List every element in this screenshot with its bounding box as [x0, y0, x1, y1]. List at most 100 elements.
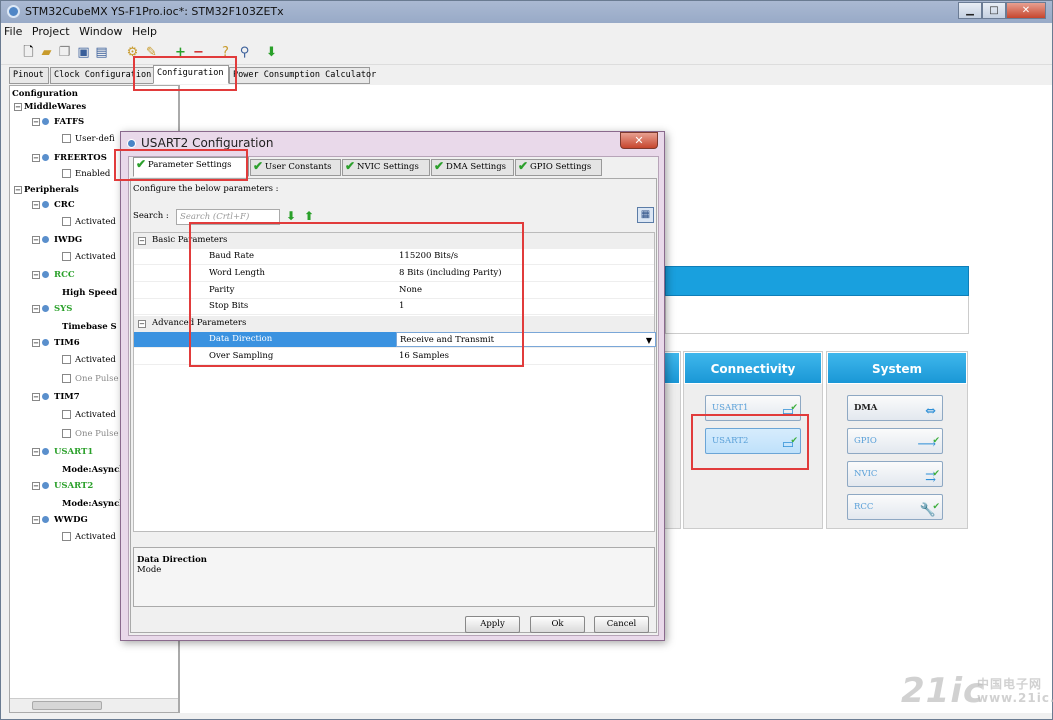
tab-gpio-settings[interactable]: ✔ GPIO Settings	[515, 159, 602, 176]
new-file-icon[interactable]: 🗋	[21, 45, 36, 60]
apply-button[interactable]: Apply	[465, 616, 520, 633]
data-direction-select[interactable]: Receive and Transmit ▼	[396, 332, 656, 347]
tab-user-constants[interactable]: ✔ User Constants	[250, 159, 341, 176]
collapse-icon[interactable]: −	[32, 117, 40, 126]
tree-rcc[interactable]: − RCC	[32, 269, 75, 281]
tree-iwdg[interactable]: − IWDG	[32, 234, 82, 246]
tree-iwdg-option[interactable]: Activated	[62, 251, 116, 263]
table-view-icon[interactable]: ▦	[637, 207, 654, 223]
save-all-icon[interactable]: ▤	[94, 45, 109, 60]
usart2-button[interactable]: USART2 ▭ ✔	[705, 428, 801, 454]
tree-wwdg-option[interactable]: Activated	[62, 531, 116, 543]
param-row[interactable]: Parity None	[134, 283, 654, 299]
collapse-icon[interactable]: −	[14, 102, 22, 111]
tree-usart1[interactable]: − USART1	[32, 446, 93, 458]
tree-sys[interactable]: − SYS	[32, 303, 72, 315]
tree-tim6[interactable]: − TIM6	[32, 337, 80, 349]
menu-project[interactable]: Project	[29, 23, 73, 40]
close-button[interactable]: ✕	[1006, 2, 1046, 19]
collapse-icon[interactable]: −	[32, 392, 40, 401]
checkbox[interactable]	[62, 374, 71, 383]
search-previous-icon[interactable]: ⬆	[304, 209, 314, 223]
checkbox[interactable]	[62, 169, 71, 178]
menu-window[interactable]: Window	[76, 23, 125, 40]
menu-file[interactable]: File	[1, 23, 25, 40]
collapse-icon[interactable]: −	[32, 270, 40, 279]
tab-configuration[interactable]: Configuration	[153, 65, 229, 84]
zoom-in-icon[interactable]: +	[173, 45, 188, 60]
minimize-button[interactable]: ▁	[958, 2, 982, 19]
tree-tim7[interactable]: − TIM7	[32, 391, 80, 403]
tree-wwdg[interactable]: − WWDG	[32, 514, 88, 526]
search-icon[interactable]: ⚲	[237, 45, 252, 60]
group-advanced-parameters[interactable]: − Advanced Parameters	[134, 316, 654, 332]
param-value[interactable]: 8 Bits (including Parity)	[396, 266, 656, 281]
tree-crc[interactable]: − CRC	[32, 199, 75, 211]
dialog-close-button[interactable]: ✕	[620, 132, 658, 149]
param-value[interactable]: 16 Samples	[396, 349, 656, 364]
tree-usart1-option[interactable]: Mode:Asynch	[62, 464, 125, 476]
collapse-icon[interactable]: −	[14, 185, 22, 194]
collapse-icon[interactable]: −	[32, 481, 40, 490]
tree-fatfs[interactable]: − FATFS	[32, 116, 84, 128]
menu-help[interactable]: Help	[129, 23, 160, 40]
tab-power-consumption[interactable]: Power Consumption Calculator	[229, 67, 376, 84]
help-icon[interactable]: ?	[218, 45, 233, 60]
tree-tim7-option[interactable]: Activated	[62, 409, 116, 421]
param-row[interactable]: Over Sampling 16 Samples	[134, 349, 654, 365]
tree-freertos-option[interactable]: Enabled	[62, 168, 110, 180]
param-row[interactable]: Word Length 8 Bits (including Parity)	[134, 266, 654, 282]
tree-tim7-option-2[interactable]: One Pulse	[62, 428, 118, 440]
usart1-button[interactable]: USART1 ▭ ✔	[705, 395, 801, 421]
tree-usart2[interactable]: − USART2	[32, 480, 93, 492]
collapse-icon[interactable]: −	[32, 515, 40, 524]
collapse-icon[interactable]: −	[32, 338, 40, 347]
save-icon[interactable]: ▣	[76, 45, 91, 60]
param-value[interactable]: 115200 Bits/s	[396, 249, 656, 264]
checkbox[interactable]	[62, 252, 71, 261]
tab-nvic-settings[interactable]: ✔ NVIC Settings	[342, 159, 430, 176]
tree-sys-option[interactable]: Timebase S	[62, 321, 117, 333]
copy-icon[interactable]: ❐	[57, 45, 72, 60]
collapse-icon[interactable]: −	[32, 235, 40, 244]
tree-tim6-option-2[interactable]: One Pulse	[62, 373, 118, 385]
tree-peripherals[interactable]: − Peripherals	[14, 184, 79, 196]
collapse-icon[interactable]: −	[138, 320, 146, 328]
checkbox[interactable]	[62, 355, 71, 364]
tree-tim6-option[interactable]: Activated	[62, 354, 116, 366]
nvic-button[interactable]: NVIC ⇉ ✔	[847, 461, 943, 487]
param-row-selected[interactable]: Data Direction Receive and Transmit ▼	[134, 332, 656, 348]
collapse-icon[interactable]: −	[32, 304, 40, 313]
open-folder-icon[interactable]: ▰	[39, 45, 54, 60]
param-value[interactable]: 1	[396, 299, 656, 314]
generate-icon[interactable]: ⚙	[125, 45, 140, 60]
maximize-button[interactable]: □	[982, 2, 1006, 19]
checkbox[interactable]	[62, 429, 71, 438]
dma-button[interactable]: DMA ⇔	[847, 395, 943, 421]
collapse-icon[interactable]: −	[32, 153, 40, 162]
checkbox[interactable]	[62, 217, 71, 226]
search-input[interactable]: Search (Crtl+F)	[176, 209, 280, 225]
dropdown-arrow-icon[interactable]: ▼	[646, 333, 652, 348]
collapse-icon[interactable]: −	[138, 237, 146, 245]
cancel-button[interactable]: Cancel	[594, 616, 649, 633]
scrollbar-thumb[interactable]	[32, 701, 102, 710]
tab-clock-configuration[interactable]: Clock Configuration	[50, 67, 154, 84]
search-next-icon[interactable]: ⬇	[286, 209, 296, 223]
ok-button[interactable]: Ok	[530, 616, 585, 633]
rcc-button[interactable]: RCC 🔧 ✔	[847, 494, 943, 520]
report-icon[interactable]: ✎	[144, 45, 159, 60]
tree-usart2-option[interactable]: Mode:Asynch	[62, 498, 125, 510]
tab-dma-settings[interactable]: ✔ DMA Settings	[431, 159, 514, 176]
tree-middlewares[interactable]: − MiddleWares	[14, 101, 86, 113]
horizontal-scrollbar[interactable]	[10, 698, 178, 712]
tree-rcc-option[interactable]: High Speed	[62, 287, 117, 299]
download-icon[interactable]: ⬇	[264, 45, 279, 60]
tree-freertos[interactable]: − FREERTOS	[32, 152, 107, 164]
tab-parameter-settings[interactable]: ✔ Parameter Settings	[133, 157, 249, 177]
checkbox[interactable]	[62, 410, 71, 419]
checkbox[interactable]	[62, 134, 71, 143]
tree-crc-option[interactable]: Activated	[62, 216, 116, 228]
tree-fatfs-option[interactable]: User-defi	[62, 133, 115, 145]
param-value[interactable]: None	[396, 283, 656, 298]
